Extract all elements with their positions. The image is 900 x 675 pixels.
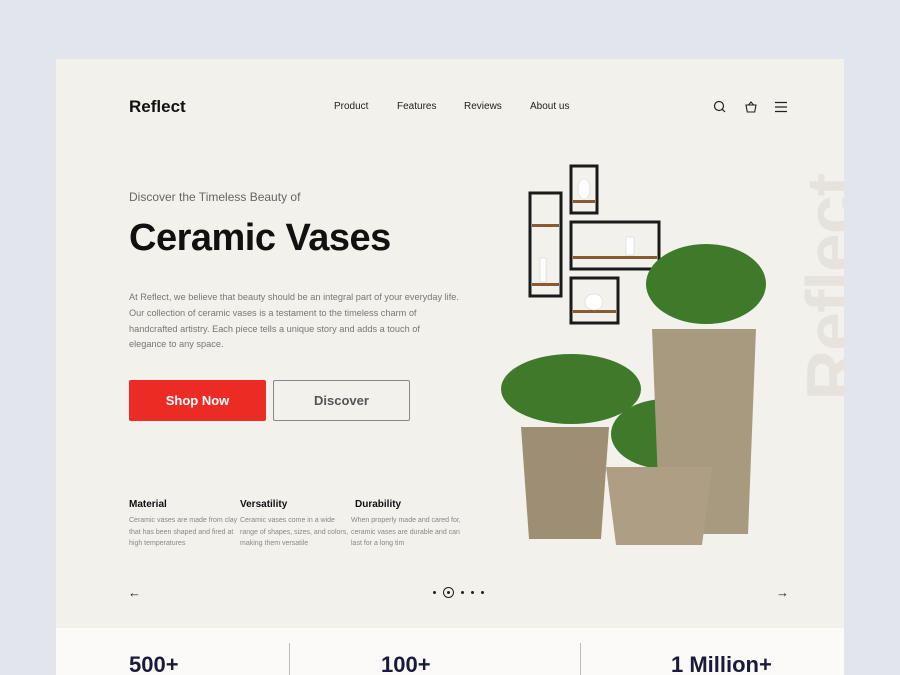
left-vase (521, 427, 609, 539)
nav-product[interactable]: Product (334, 101, 368, 112)
feature-text: Ceramic vases are made from clay that ha… (129, 517, 238, 547)
feature-material: Material Ceramic vases are made from clay… (129, 499, 239, 550)
feature-versatility: Versatility Ceramic vases come in a wide … (240, 499, 350, 550)
stat-value: 100+ (381, 652, 431, 675)
stats-bar: 500+ 100+ 1 Million+ (56, 628, 844, 675)
feature-title: Material (129, 499, 167, 510)
carousel-dot[interactable] (433, 591, 436, 594)
feature-title: Durability (355, 499, 402, 510)
divider (580, 643, 581, 675)
watermark-text: Reflect (792, 174, 844, 401)
feature-title: Versatility (240, 499, 288, 510)
feature-text: When properly made and cared for, cerami… (351, 517, 461, 547)
prev-arrow-icon[interactable]: ← (128, 585, 141, 600)
divider (289, 643, 290, 675)
carousel-dot[interactable] (481, 591, 484, 594)
hero-description: At Reflect, we believe that beauty shoul… (129, 292, 459, 350)
feature-durability: Durability When properly made and cared f… (351, 499, 461, 550)
nav-features[interactable]: Features (397, 101, 436, 112)
carousel-dot[interactable] (461, 591, 464, 594)
brand-logo[interactable]: Reflect (129, 97, 186, 117)
landing-page: Reflect Product Features Reviews About u… (56, 59, 844, 675)
shop-now-button[interactable]: Shop Now (129, 380, 266, 421)
hero-title: Ceramic Vases (129, 217, 391, 259)
feature-text: Ceramic vases come in a wide range of sh… (240, 517, 349, 547)
hero-subtitle: Discover the Timeless Beauty of (129, 190, 301, 204)
stat-value: 500+ (129, 652, 179, 675)
stat-value: 1 Million+ (671, 652, 772, 675)
hero-product-image (501, 164, 766, 545)
basket-icon[interactable] (743, 99, 759, 115)
next-arrow-icon[interactable]: → (776, 585, 789, 600)
nav-about-us[interactable]: About us (530, 101, 569, 112)
carousel-pagination (433, 587, 484, 598)
carousel-dot[interactable] (471, 591, 474, 594)
menu-icon[interactable] (773, 99, 789, 115)
discover-button[interactable]: Discover (273, 380, 410, 421)
search-icon[interactable] (712, 99, 728, 115)
front-vase (606, 467, 712, 545)
nav-reviews[interactable]: Reviews (464, 101, 502, 112)
carousel-dot-active[interactable] (443, 587, 454, 598)
